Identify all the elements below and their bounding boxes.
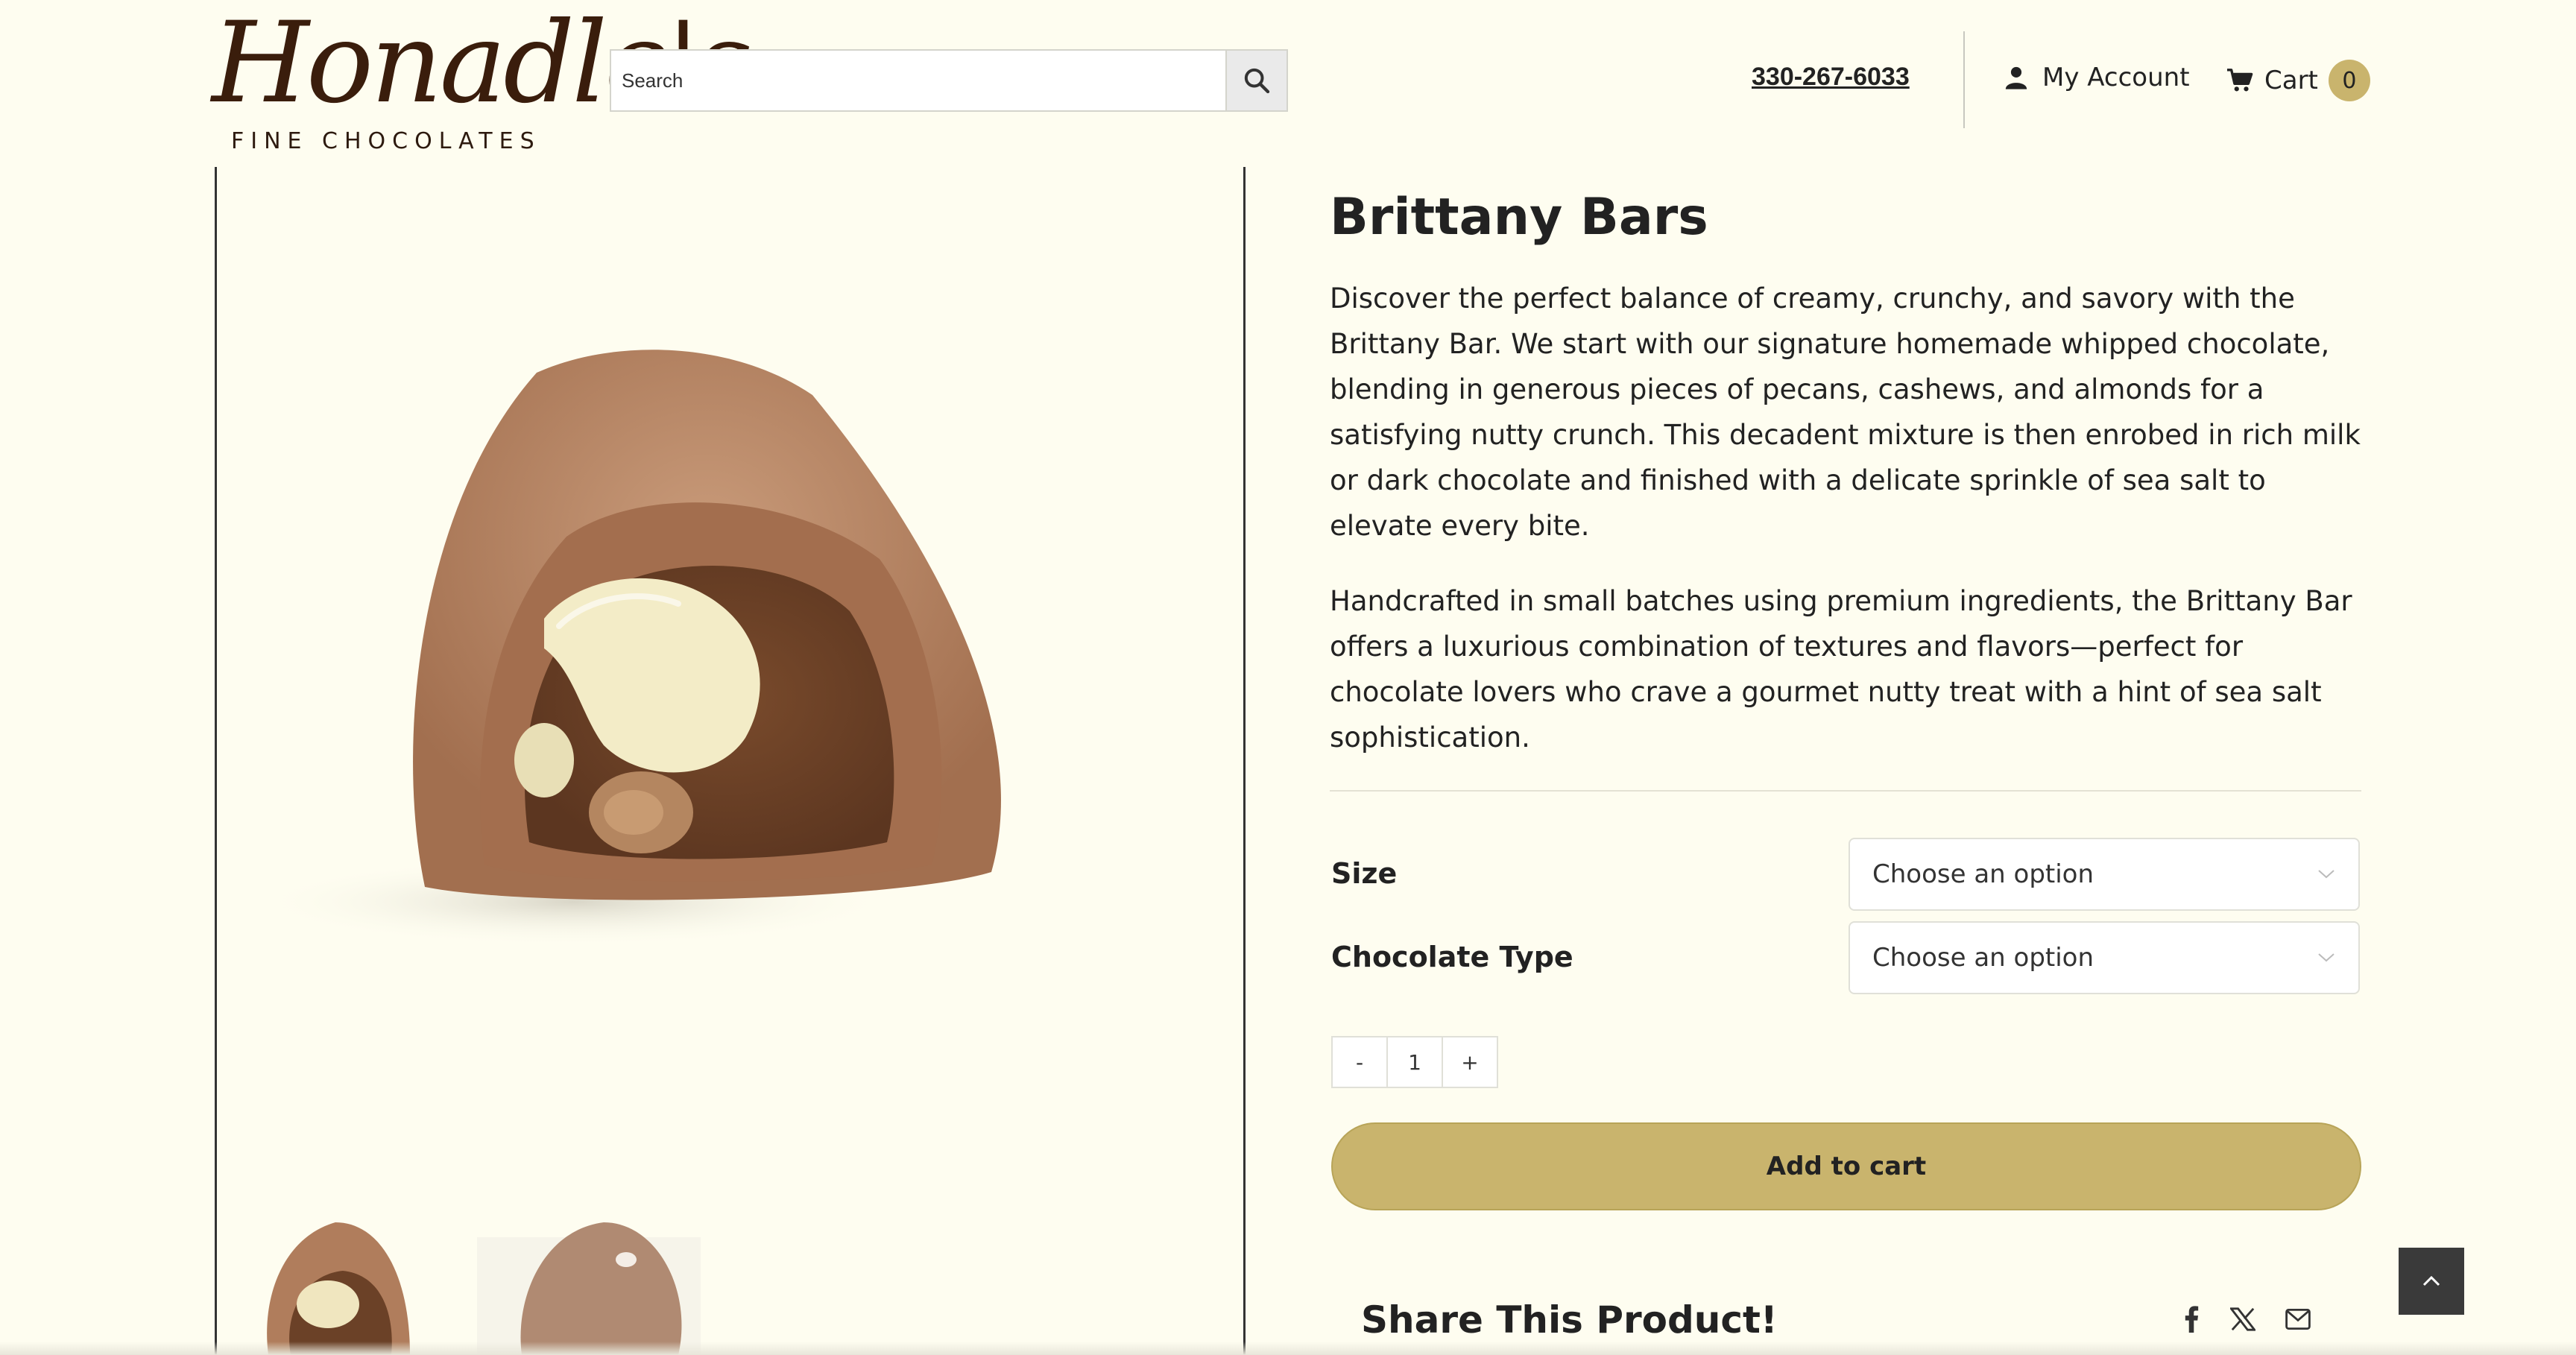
size-select[interactable]: Choose an option <box>1849 838 2360 911</box>
search-form <box>610 49 1288 112</box>
chocolate-type-label: Chocolate Type <box>1331 941 1573 973</box>
logo-tagline: FINE CHOCOLATES <box>231 128 541 154</box>
product-description-1: Discover the perfect balance of creamy, … <box>1330 282 2361 542</box>
x-icon[interactable] <box>2230 1307 2255 1331</box>
quantity-decrease-button[interactable]: - <box>1333 1037 1386 1087</box>
chocolate-type-select-value: Choose an option <box>1872 943 2094 973</box>
my-account-label: My Account <box>2042 63 2190 92</box>
cart-label: Cart <box>2264 66 2318 95</box>
bottom-edge-shade <box>0 1342 2576 1355</box>
cart-count-badge: 0 <box>2328 60 2370 101</box>
add-to-cart-button[interactable]: Add to cart <box>1331 1122 2361 1210</box>
product-image[interactable] <box>224 298 1044 969</box>
share-title: Share This Product! <box>1361 1298 1778 1342</box>
gallery-border-left <box>215 167 217 1355</box>
product-title: Brittany Bars <box>1330 188 1708 247</box>
search-button[interactable] <box>1225 51 1287 110</box>
cart-icon <box>2227 69 2253 92</box>
gallery-border-right <box>1243 167 1246 1355</box>
facebook-icon[interactable] <box>2182 1306 2200 1333</box>
gallery-thumbnail-2[interactable] <box>477 1207 701 1355</box>
mail-icon[interactable] <box>2285 1309 2311 1330</box>
gallery-thumbnail-1[interactable] <box>253 1207 417 1355</box>
header-divider <box>1963 31 1965 128</box>
share-icons <box>2182 1306 2311 1333</box>
search-icon <box>1244 68 1270 94</box>
logo[interactable]: Honadle's <box>212 0 753 127</box>
search-input[interactable] <box>611 51 1227 110</box>
size-select-value: Choose an option <box>1872 859 2094 889</box>
divider <box>1330 790 2361 792</box>
my-account-link[interactable]: My Account <box>2004 63 2190 92</box>
size-label: Size <box>1331 857 1398 890</box>
phone-link[interactable]: 330-267-6033 <box>1752 63 1910 92</box>
chevron-down-icon <box>2318 953 2334 962</box>
chevron-up-icon <box>2422 1275 2440 1286</box>
user-icon <box>2005 66 2027 89</box>
cart-link[interactable]: Cart 0 <box>2226 60 2370 101</box>
scroll-to-top-button[interactable] <box>2399 1248 2464 1315</box>
quantity-increase-button[interactable]: + <box>1443 1037 1497 1087</box>
quantity-stepper: - 1 + <box>1331 1036 1498 1088</box>
product-description-2: Handcrafted in small batches using premi… <box>1330 585 2352 754</box>
chocolate-type-select[interactable]: Choose an option <box>1849 921 2360 994</box>
chevron-down-icon <box>2318 870 2334 879</box>
quantity-input[interactable]: 1 <box>1386 1037 1443 1087</box>
